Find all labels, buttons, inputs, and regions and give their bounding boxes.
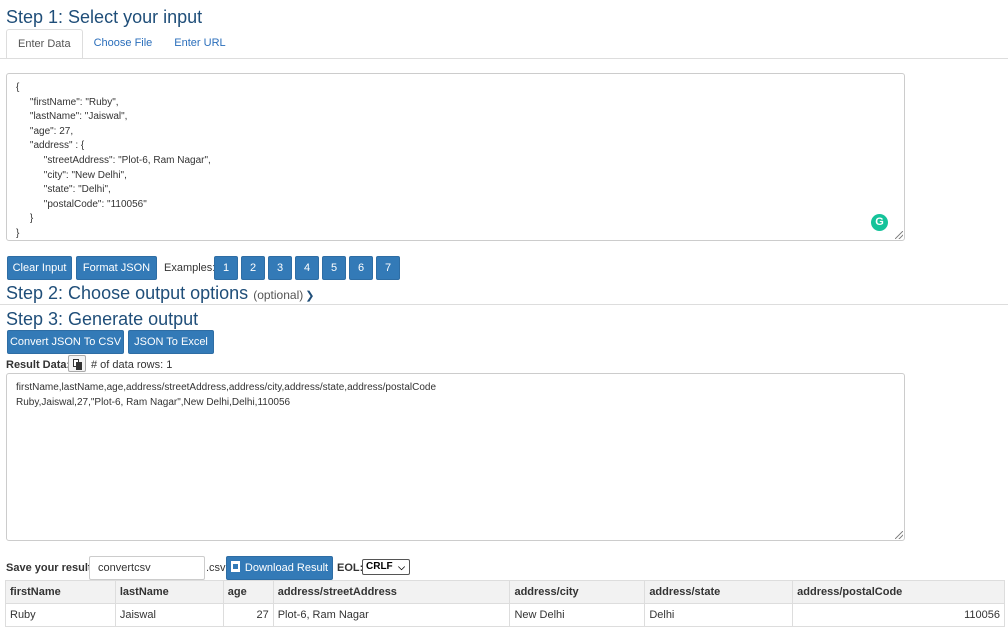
grammarly-icon[interactable]: G bbox=[871, 214, 888, 231]
table-cell: Ruby bbox=[6, 604, 116, 627]
convert-json-to-csv-button[interactable]: Convert JSON To CSV bbox=[7, 330, 124, 354]
json-input-textarea[interactable]: { "firstName": "Ruby", "lastName": "Jais… bbox=[6, 73, 905, 241]
json-to-excel-button[interactable]: JSON To Excel bbox=[128, 330, 214, 354]
copy-button[interactable] bbox=[68, 355, 86, 372]
eol-selected-value: CRLF bbox=[366, 561, 393, 572]
table-cell: Jaiswal bbox=[115, 604, 223, 627]
table-header-cell[interactable]: address/city bbox=[510, 581, 645, 604]
table-cell: 110056 bbox=[793, 604, 1005, 627]
step2-divider bbox=[0, 304, 1008, 305]
tab-enter-data[interactable]: Enter Data bbox=[6, 29, 83, 59]
result-table: firstName lastName age address/streetAdd… bbox=[5, 580, 1005, 627]
output-resize-handle[interactable] bbox=[895, 531, 903, 539]
table-header-cell[interactable]: address/postalCode bbox=[793, 581, 1005, 604]
eol-select[interactable]: CRLF ⌵ bbox=[362, 559, 410, 575]
download-icon bbox=[231, 561, 240, 572]
step3-title: Step 3: Generate output bbox=[6, 309, 198, 330]
table-header-cell[interactable]: age bbox=[223, 581, 273, 604]
example-1-button[interactable]: 1 bbox=[214, 256, 238, 280]
input-tabs: Enter Data Choose File Enter URL bbox=[6, 29, 237, 59]
table-cell: Delhi bbox=[645, 604, 793, 627]
save-result-label: Save your result: bbox=[6, 562, 95, 574]
tabs-divider bbox=[0, 58, 1008, 59]
example-7-button[interactable]: 7 bbox=[376, 256, 400, 280]
table-header-cell[interactable]: address/streetAddress bbox=[273, 581, 510, 604]
eol-label: EOL: bbox=[337, 562, 363, 574]
table-header-cell[interactable]: lastName bbox=[115, 581, 223, 604]
example-5-button[interactable]: 5 bbox=[322, 256, 346, 280]
table-header-row: firstName lastName age address/streetAdd… bbox=[6, 581, 1005, 604]
example-3-button[interactable]: 3 bbox=[268, 256, 292, 280]
optional-label: (optional) bbox=[253, 288, 303, 302]
table-cell: New Delhi bbox=[510, 604, 645, 627]
tab-enter-url[interactable]: Enter URL bbox=[163, 29, 236, 59]
step1-title: Step 1: Select your input bbox=[6, 7, 202, 28]
table-row: Ruby Jaiswal 27 Plot-6, Ram Nagar New De… bbox=[6, 604, 1005, 627]
table-header-cell[interactable]: address/state bbox=[645, 581, 793, 604]
format-json-button[interactable]: Format JSON bbox=[76, 256, 157, 280]
filename-input[interactable] bbox=[89, 556, 205, 580]
chevron-down-icon: ⌵ bbox=[398, 560, 405, 574]
copy-icon-back bbox=[76, 362, 82, 370]
download-result-button[interactable]: Download Result bbox=[226, 556, 333, 580]
table-cell: 27 bbox=[223, 604, 273, 627]
result-data-label: Result Data: bbox=[6, 359, 70, 371]
step2-toggle[interactable]: Step 2: Choose output options (optional)… bbox=[6, 283, 314, 304]
example-4-button[interactable]: 4 bbox=[295, 256, 319, 280]
input-resize-handle[interactable] bbox=[895, 231, 903, 239]
examples-label: Examples: bbox=[164, 262, 215, 274]
file-extension: .csv bbox=[206, 562, 226, 574]
clear-input-button[interactable]: Clear Input bbox=[7, 256, 72, 280]
download-result-label: Download Result bbox=[245, 562, 328, 574]
tab-choose-file[interactable]: Choose File bbox=[83, 29, 164, 59]
step2-title: Step 2: Choose output options bbox=[6, 283, 248, 303]
chevron-down-icon: ❯ bbox=[305, 290, 314, 302]
data-rows-count: # of data rows: 1 bbox=[91, 359, 172, 371]
table-cell: Plot-6, Ram Nagar bbox=[273, 604, 510, 627]
example-2-button[interactable]: 2 bbox=[241, 256, 265, 280]
csv-output-textarea[interactable]: firstName,lastName,age,address/streetAdd… bbox=[6, 373, 905, 541]
table-header-cell[interactable]: firstName bbox=[6, 581, 116, 604]
example-6-button[interactable]: 6 bbox=[349, 256, 373, 280]
